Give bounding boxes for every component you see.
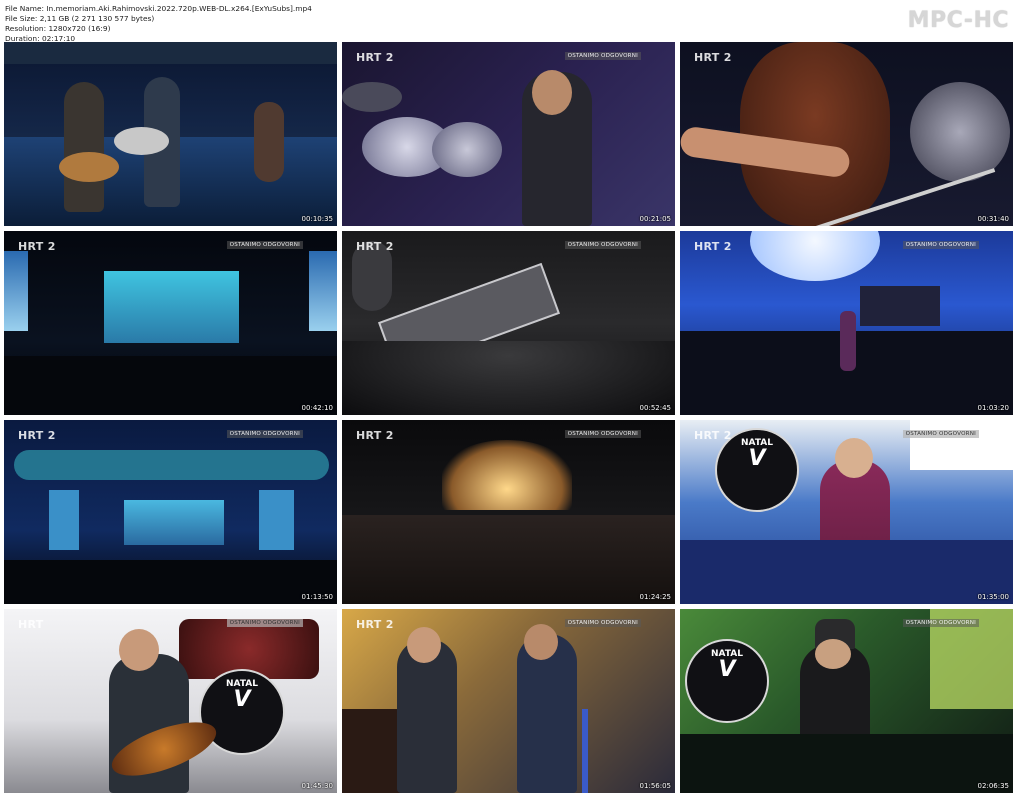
watermark-text: OSTANIMO ODGOVORNI: [564, 430, 641, 438]
watermark-text: OSTANIMO ODGOVORNI: [564, 52, 641, 60]
thumbnail-3-timecode: 00:31:40: [977, 215, 1009, 223]
thumbnail-12-timecode: 02:06:35: [977, 782, 1009, 790]
thumbnail-7[interactable]: HRT 2 OSTANIMO ODGOVORNI 01:13:50: [4, 420, 337, 604]
thumbnail-grid: 00:10:35 HRT 2 OSTANIMO ODGOVORNI 00:21:…: [4, 42, 1013, 796]
thumbnail-2-timecode: 00:21:05: [639, 215, 671, 223]
file-size-text: File Size: 2,11 GB (2 271 130 577 bytes): [5, 14, 155, 23]
thumbnail-3[interactable]: HRT 2 00:31:40: [680, 42, 1013, 226]
hrt-logo: HRT 2: [18, 429, 56, 442]
hrt-logo: HRT 2: [356, 618, 394, 631]
thumbnail-6-timecode: 01:03:20: [977, 404, 1009, 412]
thumbnail-10[interactable]: NATAL V HRT OSTANIMO ODGOVORNI 01:45:30: [4, 609, 337, 793]
hrt-logo: HRT: [18, 618, 44, 631]
hrt-logo: HRT 2: [356, 51, 394, 64]
thumbnail-8-timecode: 01:24:25: [639, 593, 671, 601]
thumbnail-9-timecode: 01:35:00: [977, 593, 1009, 601]
watermark-text: OSTANIMO ODGOVORNI: [226, 619, 303, 627]
file-name-text: File Name: In.memoriam.Aki.Rahimovski.20…: [5, 4, 312, 13]
thumbnail-11[interactable]: HRT 2 OSTANIMO ODGOVORNI 01:56:05: [342, 609, 675, 793]
hrt-logo: HRT 2: [694, 51, 732, 64]
watermark-text: OSTANIMO ODGOVORNI: [902, 619, 979, 627]
hrt-logo: HRT 2: [694, 240, 732, 253]
hrt-logo: HRT 2: [18, 240, 56, 253]
thumbnail-4-timecode: 00:42:10: [301, 404, 333, 412]
watermark-text: OSTANIMO ODGOVORNI: [564, 241, 641, 249]
watermark-text: OSTANIMO ODGOVORNI: [902, 241, 979, 249]
thumbnail-8[interactable]: HRT 2 OSTANIMO ODGOVORNI 01:24:25: [342, 420, 675, 604]
watermark-text: OSTANIMO ODGOVORNI: [226, 430, 303, 438]
thumbnail-4[interactable]: HRT 2 OSTANIMO ODGOVORNI 00:42:10: [4, 231, 337, 415]
thumbnail-10-timecode: 01:45:30: [301, 782, 333, 790]
natal-drum-logo: NATAL V: [685, 639, 769, 723]
thumbnail-11-timecode: 01:56:05: [639, 782, 671, 790]
thumbnail-1-timecode: 00:10:35: [301, 215, 333, 223]
hrt-logo: HRT 2: [694, 429, 732, 442]
watermark-text: OSTANIMO ODGOVORNI: [226, 241, 303, 249]
hrt-logo: HRT 2: [356, 429, 394, 442]
watermark-text: OSTANIMO ODGOVORNI: [902, 430, 979, 438]
mpc-hc-logo: MPC-HC: [907, 8, 1009, 33]
hrt-logo: HRT 2: [356, 240, 394, 253]
watermark-text: OSTANIMO ODGOVORNI: [564, 619, 641, 627]
file-info-header: File Name: In.memoriam.Aki.Rahimovski.20…: [5, 4, 312, 44]
thumbnail-9[interactable]: NATAL V HRT 2 OSTANIMO ODGOVORNI 01:35:0…: [680, 420, 1013, 604]
thumbnail-7-timecode: 01:13:50: [301, 593, 333, 601]
resolution-text: Resolution: 1280x720 (16:9): [5, 24, 111, 33]
thumbnail-sheet: File Name: In.memoriam.Aki.Rahimovski.20…: [0, 0, 1017, 800]
thumbnail-5-timecode: 00:52:45: [639, 404, 671, 412]
thumbnail-5[interactable]: HRT 2 OSTANIMO ODGOVORNI 00:52:45: [342, 231, 675, 415]
thumbnail-2[interactable]: HRT 2 OSTANIMO ODGOVORNI 00:21:05: [342, 42, 675, 226]
thumbnail-1[interactable]: 00:10:35: [4, 42, 337, 226]
thumbnail-12[interactable]: NATAL V OSTANIMO ODGOVORNI 02:06:35: [680, 609, 1013, 793]
thumbnail-6[interactable]: HRT 2 OSTANIMO ODGOVORNI 01:03:20: [680, 231, 1013, 415]
